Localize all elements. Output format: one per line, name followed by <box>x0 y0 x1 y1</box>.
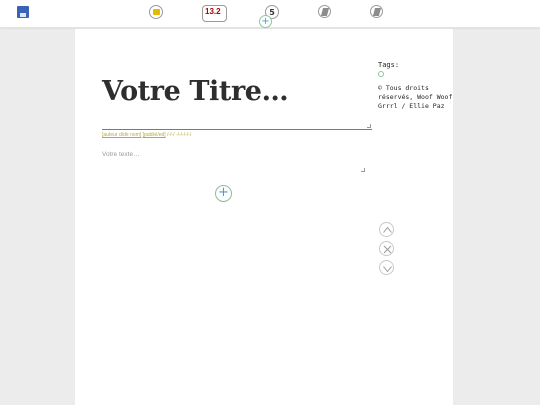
toolbar: 13.2 5 + <box>0 0 540 28</box>
chevron-down-icon <box>383 266 392 273</box>
date-placeholder[interactable]: /-/-/ -/-/-/-/-/ <box>167 132 191 138</box>
style-button-2[interactable] <box>370 5 383 18</box>
published-link[interactable]: [publié/ed] <box>143 132 166 138</box>
add-tag-icon[interactable] <box>378 71 384 77</box>
save-icon[interactable] <box>17 6 29 18</box>
chevron-up-icon <box>383 226 392 233</box>
add-section-button[interactable]: + <box>259 15 272 28</box>
body-input[interactable]: Votre texte… <box>102 151 140 158</box>
copyright-text: © Tous droits réservés, Woof Woof Grrrl … <box>378 84 453 110</box>
mode-toggle-button[interactable] <box>149 5 163 19</box>
resize-grip-icon[interactable] <box>361 168 365 172</box>
move-down-button[interactable] <box>379 260 394 275</box>
plus-icon: + <box>218 185 229 200</box>
title-underline <box>102 129 372 130</box>
font-size-selector[interactable]: 13.2 <box>202 5 227 22</box>
close-icon <box>383 245 392 254</box>
delete-button[interactable] <box>379 241 394 256</box>
tags-label: Tags: <box>378 61 400 69</box>
font-size-value: 13.2 <box>205 7 221 16</box>
move-up-button[interactable] <box>379 222 394 237</box>
color-mode-icon <box>152 9 160 15</box>
italic-icon <box>372 7 381 16</box>
style-button-1[interactable] <box>318 5 331 18</box>
resize-grip-icon[interactable] <box>367 124 371 128</box>
title-input[interactable]: Votre Titre… <box>102 76 289 107</box>
plus-icon: + <box>261 15 270 27</box>
italic-icon <box>320 7 329 16</box>
author-link[interactable]: [auteur d/de nom] <box>102 132 141 138</box>
meta-line: [auteur d/de nom] [publié/ed] /-/-/ -/-/… <box>102 132 191 138</box>
layout-label: 5 <box>269 7 275 17</box>
add-block-button[interactable]: + <box>215 185 232 202</box>
